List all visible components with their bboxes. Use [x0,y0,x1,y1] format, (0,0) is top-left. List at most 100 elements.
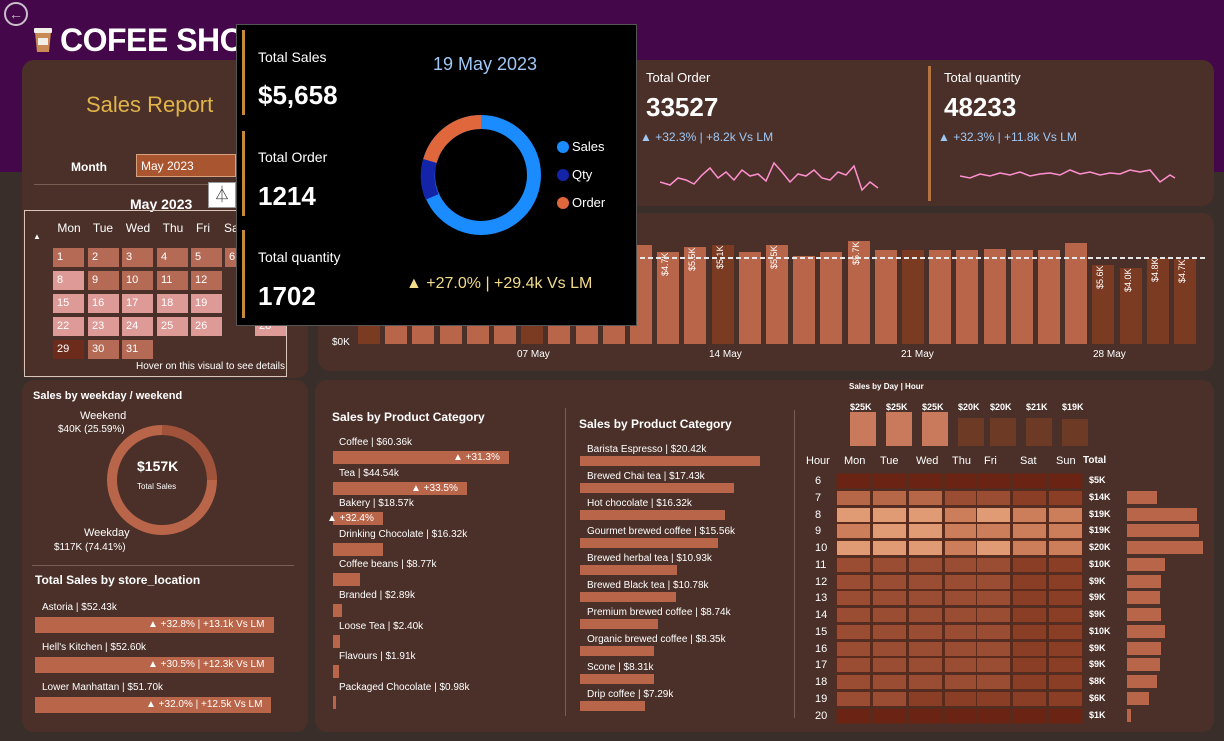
heatmap-cell[interactable] [1048,489,1083,506]
calendar-day[interactable]: 12 [191,271,222,290]
heatmap-cell[interactable] [1012,489,1047,506]
heatmap-cell[interactable] [908,623,943,640]
daily-bar[interactable] [1011,250,1033,344]
category-bar[interactable] [333,573,360,587]
heatmap-cell[interactable] [944,657,979,674]
heatmap-cell[interactable] [872,590,907,607]
heatmap-cell[interactable] [908,690,943,707]
product-bar[interactable] [580,592,676,602]
calendar-day[interactable]: 18 [157,294,188,313]
heatmap-cell[interactable] [1012,506,1047,523]
heatmap-cell[interactable] [1048,573,1083,590]
calendar-day[interactable]: 1 [53,248,84,267]
heatmap-cell[interactable] [908,707,943,724]
heatmap-cell[interactable] [836,590,871,607]
category-bar[interactable] [333,665,339,679]
calendar-day[interactable]: 31 [122,340,153,359]
heatmap-cell[interactable] [976,473,1011,489]
calendar-day[interactable]: 8 [53,271,84,290]
heatmap-cell[interactable] [836,540,871,556]
heatmap-cell[interactable] [976,640,1011,657]
heatmap-cell[interactable] [908,657,943,674]
product-bar[interactable] [580,510,725,521]
calendar-day[interactable]: 29 [53,340,84,359]
calendar-day[interactable]: 2 [88,248,119,267]
heatmap-cell[interactable] [872,690,907,707]
hour-total-bar[interactable] [1127,541,1203,554]
heatmap-cell[interactable] [976,690,1011,707]
calendar-day[interactable]: 3 [122,248,153,267]
heatmap-cell[interactable] [1012,674,1047,690]
hour-total-bar[interactable] [1127,708,1131,722]
day-total-bar[interactable] [886,412,912,446]
heatmap-cell[interactable] [872,674,907,690]
heatmap-cell[interactable] [944,473,979,489]
hour-total-bar[interactable] [1127,490,1157,504]
heatmap-cell[interactable] [944,556,979,573]
heatmap-cell[interactable] [908,556,943,573]
heatmap-cell[interactable] [1012,707,1047,724]
product-bar[interactable] [580,700,645,711]
heatmap-cell[interactable] [908,607,943,623]
product-bar[interactable] [580,646,654,657]
heatmap-cell[interactable] [944,573,979,590]
heatmap-cell[interactable] [1048,707,1083,724]
heatmap-cell[interactable] [944,540,979,556]
heatmap-cell[interactable] [976,540,1011,556]
heatmap-cell[interactable] [944,489,979,506]
heatmap-cell[interactable] [836,556,871,573]
heatmap-cell[interactable] [1012,523,1047,540]
heatmap-cell[interactable] [872,506,907,523]
daily-bar[interactable] [1038,250,1060,344]
heatmap-cell[interactable] [872,607,907,623]
calendar-day[interactable]: 26 [191,317,222,336]
calendar-day[interactable]: 24 [122,317,153,336]
heatmap-cell[interactable] [1048,623,1083,640]
heatmap-cell[interactable] [908,523,943,540]
heatmap-cell[interactable] [872,556,907,573]
heatmap-cell[interactable] [836,657,871,674]
hour-total-bar[interactable] [1127,608,1161,621]
calendar-day[interactable]: 15 [53,294,84,313]
heatmap-cell[interactable] [908,506,943,523]
calendar-day[interactable]: 16 [88,294,119,313]
day-total-bar[interactable] [1026,418,1052,446]
heatmap-cell[interactable] [976,623,1011,640]
heatmap-cell[interactable] [1012,640,1047,657]
hour-total-bar[interactable] [1127,524,1199,538]
heatmap-cell[interactable] [872,523,907,540]
heatmap-cell[interactable] [1012,690,1047,707]
heatmap-cell[interactable] [1012,540,1047,556]
heatmap-cell[interactable] [1048,540,1083,556]
hour-total-bar[interactable] [1127,658,1160,672]
heatmap-cell[interactable] [836,707,871,724]
daily-bar[interactable] [793,256,815,344]
heatmap-cell[interactable] [836,506,871,523]
heatmap-cell[interactable] [908,640,943,657]
filter-icon[interactable]: ⏃ [208,182,236,208]
category-bar[interactable] [333,542,383,556]
heatmap-cell[interactable] [976,556,1011,573]
heatmap-cell[interactable] [836,690,871,707]
heatmap-cell[interactable] [872,707,907,724]
heatmap-cell[interactable] [1012,473,1047,489]
calendar-day[interactable]: 19 [191,294,222,313]
heatmap-cell[interactable] [1012,556,1047,573]
heatmap-cell[interactable] [836,523,871,540]
calendar-day[interactable]: 5 [191,248,222,267]
heatmap-cell[interactable] [976,489,1011,506]
category-bar[interactable] [333,634,340,648]
heatmap-cell[interactable] [1048,640,1083,657]
heatmap-cell[interactable] [1048,674,1083,690]
heatmap-cell[interactable] [1048,473,1083,489]
heatmap-cell[interactable] [944,690,979,707]
heatmap-cell[interactable] [944,523,979,540]
heatmap-cell[interactable] [1012,623,1047,640]
heatmap-cell[interactable] [1048,657,1083,674]
heatmap-cell[interactable] [944,707,979,724]
product-bar[interactable] [580,537,718,548]
calendar-day[interactable]: 9 [88,271,119,290]
daily-bar[interactable] [739,252,761,344]
heatmap-cell[interactable] [976,607,1011,623]
heatmap-cell[interactable] [976,707,1011,724]
